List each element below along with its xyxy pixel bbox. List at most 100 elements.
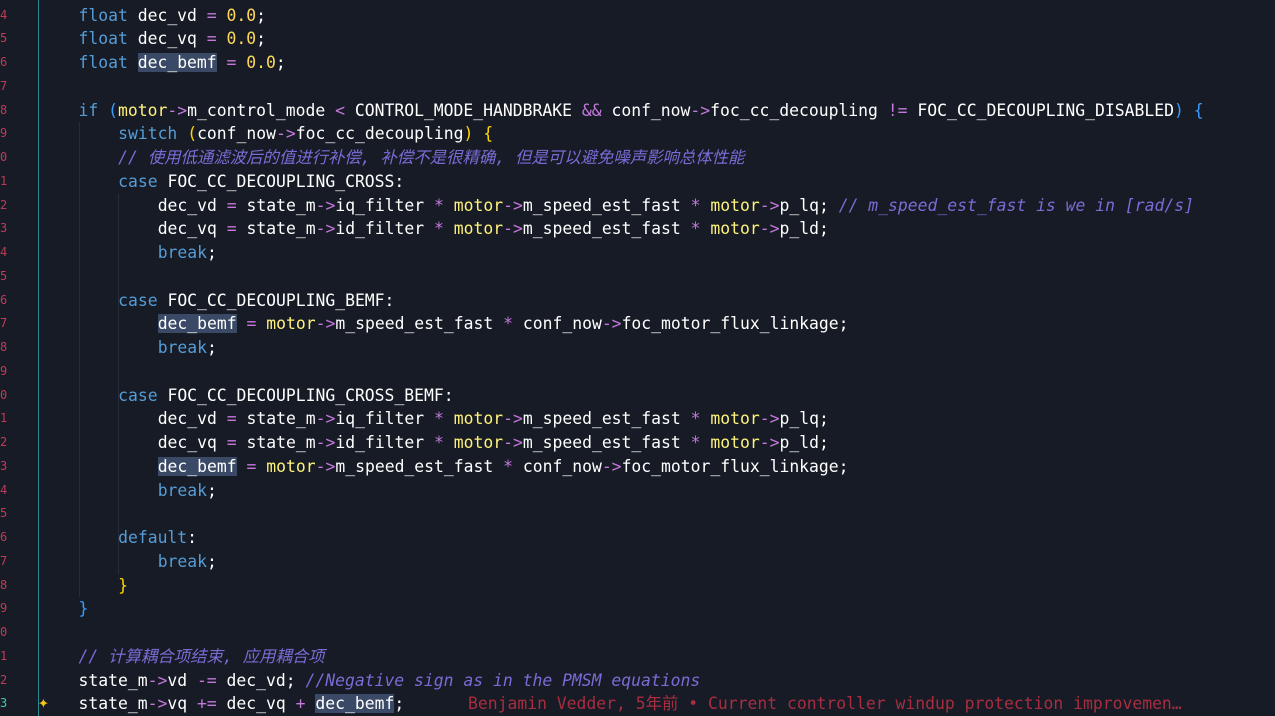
git-blame-annotation[interactable]: Benjamin Vedder, 5年前 • Current controlle… xyxy=(468,692,1182,716)
code-line[interactable]: dec_vd = state_m->iq_filter * motor->m_s… xyxy=(0,407,1275,431)
code-editor[interactable]: float dec_vd = 0.0; float dec_vq = 0.0; fl… xyxy=(0,0,1275,716)
code-token: = xyxy=(226,53,237,72)
code-line[interactable]: default: xyxy=(0,526,1275,550)
code-token: dec_vq xyxy=(127,29,207,49)
code-line[interactable]: dec_vd = state_m->iq_filter * motor->m_s… xyxy=(0,194,1275,218)
code-token: float xyxy=(78,29,128,49)
code-line[interactable]: case FOC_CC_DECOUPLING_BEMF: xyxy=(0,289,1275,313)
code-token: -> xyxy=(276,124,296,144)
code-token: m_speed_est_fast xyxy=(335,314,504,334)
code-token: break xyxy=(157,551,208,571)
code-line-text: default: xyxy=(118,526,197,550)
code-line-text: dec_bemf = motor->m_speed_est_fast * con… xyxy=(157,455,849,479)
code-line[interactable]: dec_bemf = motor->m_speed_est_fast * con… xyxy=(0,455,1275,479)
code-comment: //Negative sign as in the PMSM equations xyxy=(305,670,701,690)
code-line[interactable]: dec_vq = state_m->id_filter * motor->m_s… xyxy=(0,217,1275,241)
code-line[interactable] xyxy=(0,621,1275,645)
code-token: ; xyxy=(207,551,217,571)
code-token: = xyxy=(226,409,237,429)
code-token: switch xyxy=(118,124,178,144)
code-comment: // 计算耦合项结束, 应用耦合项 xyxy=(78,646,325,666)
code-line[interactable]: state_m->vd -= dec_vd; //Negative sign a… xyxy=(0,669,1275,693)
code-token: -> xyxy=(315,433,336,452)
code-token: motor xyxy=(710,195,760,215)
code-line-text: dec_vq = state_m->id_filter * motor->m_s… xyxy=(158,217,829,241)
code-token: m_speed_est_fast xyxy=(335,456,504,476)
highlighted-symbol: dec_bemf xyxy=(157,456,237,476)
code-line-text: break; xyxy=(158,550,217,574)
code-token: ) xyxy=(1173,100,1184,120)
code-token: ; xyxy=(207,243,217,262)
code-token: < xyxy=(335,100,345,120)
copilot-sparkle-icon[interactable]: ✦ xyxy=(38,692,58,714)
code-line[interactable]: dec_vq = state_m->id_filter * motor->m_s… xyxy=(0,431,1275,455)
code-token: foc_cc_decoupling xyxy=(295,124,464,144)
code-line[interactable] xyxy=(0,265,1275,289)
code-token: foc_motor_flux_linkage; xyxy=(621,314,849,334)
code-token: -> xyxy=(503,195,523,215)
code-token: m_speed_est_fast xyxy=(522,433,691,452)
highlighted-symbol: dec_bemf xyxy=(157,314,237,334)
code-token: dec_vd xyxy=(157,195,227,215)
code-line[interactable] xyxy=(0,360,1275,384)
code-token: } xyxy=(118,575,128,595)
code-token: = xyxy=(226,433,237,452)
code-token: -> xyxy=(147,694,168,714)
code-token: -> xyxy=(315,195,336,215)
code-line-text: float dec_vd = 0.0; xyxy=(79,4,267,28)
code-line[interactable]: dec_bemf = motor->m_speed_est_fast * con… xyxy=(0,312,1275,336)
code-token: state_m xyxy=(78,670,148,690)
code-line[interactable]: break; xyxy=(0,479,1275,503)
code-token: FOC_CC_DECOUPLING_DISABLED xyxy=(907,100,1174,120)
highlighted-symbol: dec_bemf xyxy=(315,694,395,714)
code-token: -> xyxy=(315,219,336,239)
code-line[interactable]: float dec_bemf = 0.0; xyxy=(0,51,1275,75)
code-token: default xyxy=(118,528,188,547)
code-token: case xyxy=(118,290,158,310)
code-token: motor xyxy=(453,195,504,215)
code-token: state_m xyxy=(236,195,316,215)
code-token: -> xyxy=(315,456,336,476)
code-token: * xyxy=(434,195,444,215)
code-line[interactable]: // 计算耦合项结束, 应用耦合项 xyxy=(0,645,1275,669)
code-line[interactable]: break; xyxy=(0,241,1275,265)
code-line-text: state_m->vd -= dec_vd; //Negative sign a… xyxy=(79,669,701,693)
code-line[interactable]: break; xyxy=(0,550,1275,574)
code-token: FOC_CC_DECOUPLING_CROSS: xyxy=(157,171,405,191)
code-line[interactable]: case FOC_CC_DECOUPLING_CROSS: xyxy=(0,170,1275,194)
code-line[interactable]: } xyxy=(0,597,1275,621)
code-line[interactable]: // 使用低通滤波后的值进行补偿, 补偿不是很精确, 但是可以避免噪声影响总体性… xyxy=(0,146,1275,170)
code-line[interactable]: case FOC_CC_DECOUPLING_CROSS_BEMF: xyxy=(0,384,1275,408)
code-token: + xyxy=(295,694,306,714)
code-line[interactable]: float dec_vq = 0.0; xyxy=(0,27,1275,51)
code-token: ; xyxy=(275,53,286,72)
code-line[interactable]: break; xyxy=(0,336,1275,360)
code-token: -> xyxy=(759,219,780,239)
code-token: state_m xyxy=(78,694,148,714)
code-line[interactable] xyxy=(0,502,1275,526)
code-comment: // m_speed_est_fast is we in [rad/s] xyxy=(838,195,1194,215)
code-token: dec_vq xyxy=(157,433,227,452)
code-line[interactable]: switch (conf_now->foc_cc_decoupling) { xyxy=(0,122,1275,146)
code-token: -> xyxy=(601,314,622,334)
code-line-text: dec_vq = state_m->id_filter * motor->m_s… xyxy=(158,431,829,455)
code-token: -> xyxy=(503,219,523,239)
code-line[interactable]: if (motor->m_control_mode < CONTROL_MODE… xyxy=(0,99,1275,123)
code-line[interactable]: float dec_vd = 0.0; xyxy=(0,4,1275,28)
code-token: = xyxy=(246,456,257,476)
code-line[interactable]: } xyxy=(0,574,1275,598)
code-token: ; xyxy=(394,694,405,714)
code-token: -> xyxy=(759,433,780,452)
code-token: -> xyxy=(315,314,336,334)
code-token: ; xyxy=(256,29,267,49)
code-line[interactable]: state_m->vq += dec_vq + dec_bemf; Benjami… xyxy=(0,692,1275,716)
code-token: id_filter xyxy=(335,433,435,452)
code-line[interactable] xyxy=(0,75,1275,99)
code-line-text: case FOC_CC_DECOUPLING_BEMF: xyxy=(118,289,394,313)
